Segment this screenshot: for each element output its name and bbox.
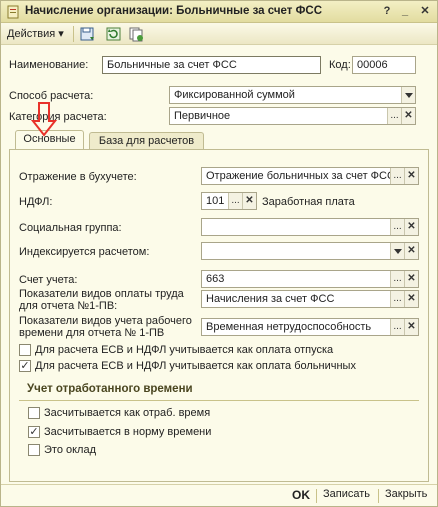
select-button[interactable]: ... [390, 168, 404, 184]
toolbar: Действия ▾ [1, 23, 437, 45]
time-indicators-field[interactable]: Временная нетрудоспособность [201, 318, 419, 336]
title-bar: Начисление организации: Больничные за сч… [1, 1, 437, 23]
ndfl-label: НДФЛ: [19, 196, 53, 208]
vacation-checkbox[interactable] [19, 344, 31, 356]
category-field[interactable]: Первичное [169, 107, 416, 125]
account-label: Счет учета: [19, 274, 78, 286]
close-button[interactable]: Закрыть [385, 488, 427, 500]
clear-icon[interactable]: ✕ [404, 271, 418, 287]
document-icon [7, 5, 19, 19]
clear-icon[interactable]: ✕ [404, 243, 418, 259]
social-group-label: Социальная группа: [19, 222, 122, 234]
indexed-select[interactable] [201, 242, 419, 260]
copy-icon[interactable] [127, 26, 145, 42]
time-indicators-label-line2: времени для отчета № 1-ПВ [19, 327, 165, 339]
footer-bar: OK Записать Закрыть [1, 484, 437, 506]
help-button[interactable]: ? [379, 4, 395, 19]
sick-leave-checkbox-label: Для расчета ЕСВ и НДФЛ учитывается как о… [35, 360, 356, 372]
save-close-icon[interactable] [79, 26, 97, 42]
accounting-field[interactable]: Отражение больничных за счет ФСС [201, 167, 419, 185]
ok-button[interactable]: OK [292, 488, 310, 502]
clear-icon[interactable]: ✕ [404, 291, 418, 307]
clear-icon[interactable]: ✕ [242, 193, 256, 209]
minimize-button[interactable]: _ [397, 4, 413, 19]
salary-checkbox-label: Это оклад [44, 444, 97, 456]
method-select[interactable]: Фиксированной суммой [169, 86, 416, 104]
clear-icon[interactable]: ✕ [404, 319, 418, 335]
chevron-down-icon: ▾ [58, 28, 64, 40]
actions-menu[interactable]: Действия ▾ [7, 27, 64, 40]
norm-time-checkbox-label: Засчитывается в норму времени [44, 426, 212, 438]
select-button[interactable]: ... [390, 271, 404, 287]
tab-panel-main: Отражение в бухучете: Отражение больничн… [9, 149, 429, 482]
select-button[interactable]: ... [390, 291, 404, 307]
worked-time-checkbox[interactable] [28, 407, 40, 419]
clear-icon[interactable]: ✕ [404, 168, 418, 184]
ndfl-description: Заработная плата [262, 196, 355, 208]
sick-leave-checkbox[interactable]: ✓ [19, 360, 31, 372]
refresh-icon[interactable] [105, 26, 123, 42]
select-button[interactable]: ... [228, 193, 242, 209]
annotation-arrow-icon [31, 102, 57, 137]
clear-icon[interactable]: ✕ [404, 219, 418, 235]
norm-time-checkbox[interactable]: ✓ [28, 426, 40, 438]
name-label: Наименование: [9, 59, 89, 71]
select-button[interactable]: ... [387, 108, 401, 124]
dialog-window: Начисление организации: Больничные за сч… [0, 0, 438, 507]
footer-divider [316, 489, 317, 503]
category-label: Категория расчета: [9, 111, 107, 123]
indexed-label: Индексируется расчетом: [19, 246, 150, 258]
code-field[interactable]: 00006 [352, 56, 416, 74]
chevron-down-icon[interactable] [401, 87, 415, 103]
chevron-down-icon[interactable] [390, 243, 404, 259]
worktime-group-title: Учет отработанного времени [27, 383, 193, 395]
group-divider [19, 400, 419, 401]
salary-checkbox[interactable] [28, 444, 40, 456]
pay-indicators-label-line1: Показатели видов оплаты труда [19, 288, 184, 300]
name-field[interactable]: Больничные за счет ФСС [102, 56, 321, 74]
select-button[interactable]: ... [390, 219, 404, 235]
pay-indicators-field[interactable]: Начисления за счет ФСС [201, 290, 419, 308]
code-label: Код: [329, 59, 351, 71]
select-button[interactable]: ... [390, 319, 404, 335]
accounting-label: Отражение в бухучете: [19, 171, 137, 183]
pay-indicators-label-line2: для отчета №1-ПВ: [19, 300, 118, 312]
toolbar-divider [73, 26, 74, 42]
social-group-field[interactable] [201, 218, 419, 236]
clear-icon[interactable]: ✕ [401, 108, 415, 124]
close-window-button[interactable]: ✕ [417, 4, 433, 19]
window-title: Начисление организации: Больничные за сч… [25, 5, 323, 17]
worked-time-checkbox-label: Засчитывается как отраб. время [44, 407, 211, 419]
account-field[interactable]: 663 [201, 270, 419, 288]
footer-divider [378, 489, 379, 503]
vacation-checkbox-label: Для расчета ЕСВ и НДФЛ учитывается как о… [35, 344, 334, 356]
save-button[interactable]: Записать [323, 488, 370, 500]
time-indicators-label-line1: Показатели видов учета рабочего [19, 315, 192, 327]
actions-label: Действия [7, 28, 56, 40]
